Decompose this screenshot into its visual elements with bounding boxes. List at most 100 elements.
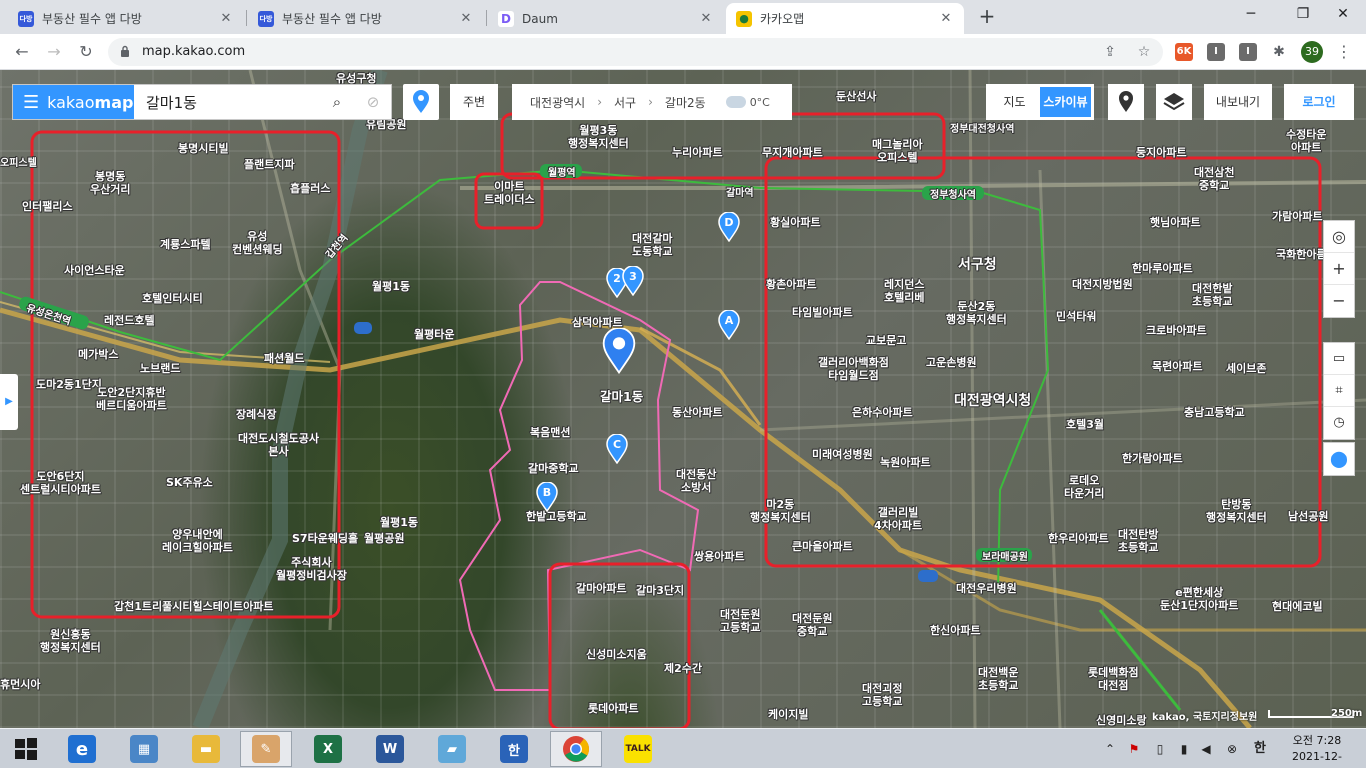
ime-indicator[interactable]: 한 xyxy=(1252,741,1268,757)
close-icon[interactable]: ✕ xyxy=(218,11,234,27)
map-label: 큰마을아파트 xyxy=(792,540,853,553)
zoom-in-button[interactable]: + xyxy=(1324,253,1354,285)
taskbar-app-control-panel[interactable]: ▦ xyxy=(118,731,170,767)
puzzle-icon[interactable]: ✱ xyxy=(1270,43,1288,61)
map-label: 쌍용아파트 xyxy=(694,550,745,563)
svg-text:2: 2 xyxy=(613,272,621,285)
map-tools: ▭ ⌗ ◷ xyxy=(1323,342,1355,440)
bookmark-star-icon[interactable]: ☆ xyxy=(1134,42,1154,62)
minimize-button[interactable]: ─ xyxy=(1228,0,1274,30)
map-label: S7타운웨딩홀 xyxy=(292,532,359,545)
svg-text:D: D xyxy=(724,216,733,229)
close-icon[interactable]: ✕ xyxy=(698,11,714,27)
hamburger-menu-icon[interactable]: ☰ xyxy=(23,92,39,113)
tray-device-icon[interactable]: ▯ xyxy=(1152,741,1168,757)
satellite-map[interactable]: 유성구청 유림공원 월평3동 행정복지센터 누리아파트 무지개아파트 매그놀리아 오… xyxy=(0,70,1366,728)
word-icon: W xyxy=(376,735,404,763)
forward-arrow-icon[interactable]: → xyxy=(40,38,68,66)
map-label: 서구청 xyxy=(958,257,997,273)
start-button[interactable] xyxy=(0,731,52,767)
tab-separator xyxy=(246,10,247,26)
reload-icon[interactable]: ↻ xyxy=(72,38,100,66)
current-location-icon[interactable]: ◎ xyxy=(1324,221,1354,253)
browser-tab[interactable]: 다방 부동산 필수 앱 다방 ✕ xyxy=(8,3,244,34)
close-icon[interactable]: ✕ xyxy=(458,11,474,27)
map-label: 크로바아파트 xyxy=(1146,324,1207,337)
map-label: SK주유소 xyxy=(166,476,213,489)
extension-icon[interactable]: 6K xyxy=(1175,43,1193,61)
browser-tab-active[interactable]: ● 카카오맵 ✕ xyxy=(726,3,964,34)
taskbar-app-kakaotalk[interactable]: TALK xyxy=(612,731,664,767)
area-measure-icon[interactable]: ⌗ xyxy=(1324,375,1354,407)
login-button[interactable]: 로그인 xyxy=(1284,84,1354,120)
breadcrumb-dong[interactable]: 갈마2동 xyxy=(665,94,706,111)
breadcrumb-district[interactable]: 서구 xyxy=(614,94,636,111)
close-icon[interactable]: ✕ xyxy=(938,11,954,27)
map-label: 황실아파트 xyxy=(770,216,821,229)
share-icon[interactable]: ⇪ xyxy=(1100,42,1120,62)
map-type-map-button[interactable]: 지도 xyxy=(989,87,1040,117)
marker-d-icon[interactable]: D xyxy=(718,212,740,242)
extension-icon[interactable]: I xyxy=(1207,43,1225,61)
map-label: 제2수간 xyxy=(664,662,703,675)
map-label: 갤러리아백화점 타임월드점 xyxy=(818,356,889,382)
export-button[interactable]: 내보내기 xyxy=(1204,84,1272,120)
marker-3-icon[interactable]: 3 xyxy=(622,266,644,296)
taskbar-app-explorer[interactable]: ▬ xyxy=(180,731,232,767)
zoom-out-button[interactable]: − xyxy=(1324,285,1354,317)
network-icon[interactable]: ▮ xyxy=(1176,741,1192,757)
tray-close-circle-icon[interactable]: ⊗ xyxy=(1224,741,1240,757)
extension-icon[interactable]: I xyxy=(1239,43,1257,61)
browser-tab[interactable]: D Daum ✕ xyxy=(488,3,724,34)
breadcrumb-city[interactable]: 대전광역시 xyxy=(530,94,585,111)
layers-button[interactable] xyxy=(1156,84,1192,120)
kakaotalk-icon: TALK xyxy=(624,735,652,763)
browser-tab[interactable]: 다방 부동산 필수 앱 다방 ✕ xyxy=(248,3,484,34)
map-label: 대전탄방 초등학교 xyxy=(1118,528,1159,554)
marker-a-icon[interactable]: A xyxy=(718,310,740,340)
selected-location-marker-icon[interactable] xyxy=(602,328,636,374)
svg-text:B: B xyxy=(543,486,551,499)
taskbar-app-hwp[interactable]: 한 xyxy=(488,731,540,767)
taskbar-app-ie[interactable]: e xyxy=(56,731,108,767)
system-clock[interactable]: 오전 7:28 2021-12-24 xyxy=(1286,733,1348,768)
tray-chevron-icon[interactable]: ⌃ xyxy=(1102,741,1118,757)
roadview-pin-icon[interactable]: ⬤ xyxy=(1324,443,1354,475)
ruler-icon[interactable]: ▭ xyxy=(1324,343,1354,375)
taskbar-app-word[interactable]: W xyxy=(364,731,416,767)
taskbar-app-chrome[interactable] xyxy=(550,731,602,767)
cloud-icon xyxy=(725,96,746,108)
new-tab-button[interactable]: + xyxy=(976,6,998,28)
nearby-button[interactable]: 주변 xyxy=(450,84,498,120)
pin-icon xyxy=(413,90,429,113)
taskbar-app-notes[interactable]: ▰ xyxy=(426,731,478,767)
tray-flag-icon[interactable]: ⚑ xyxy=(1126,741,1142,757)
logo-text-bold: map xyxy=(94,92,134,112)
more-menu-icon[interactable]: ⋮ xyxy=(1334,42,1354,62)
taskbar-app-paint[interactable]: ✎ xyxy=(240,731,292,767)
chrome-icon xyxy=(563,736,590,762)
volume-icon[interactable]: ◀ xyxy=(1198,741,1214,757)
map-label: 월평3동 행정복지센터 xyxy=(568,124,629,150)
profile-avatar[interactable]: 39 xyxy=(1301,41,1323,63)
map-label: 도안2단지휴반 베르디움아파트 xyxy=(96,386,167,412)
address-bar[interactable]: map.kakao.com ⇪ ☆ xyxy=(108,38,1163,66)
location-pin-button[interactable] xyxy=(403,84,439,120)
search-input[interactable] xyxy=(134,85,319,119)
map-overlay xyxy=(0,70,1366,728)
location-button[interactable] xyxy=(1108,84,1144,120)
marker-c-icon[interactable]: C xyxy=(606,434,628,464)
check-circle-icon[interactable]: ⊘ xyxy=(355,85,391,119)
zoom-controls: ◎ + − xyxy=(1323,220,1355,318)
map-label: 봉명동 우산거리 xyxy=(90,170,131,196)
map-label: e편한세상 둔산1단지아파트 xyxy=(1160,586,1239,612)
taskbar-app-excel[interactable]: X xyxy=(302,731,354,767)
search-icon[interactable]: ⌕ xyxy=(319,85,355,119)
radius-measure-icon[interactable]: ◷ xyxy=(1324,407,1354,439)
map-type-skyview-button[interactable]: 스카이뷰 xyxy=(1040,87,1091,117)
back-arrow-icon[interactable]: ← xyxy=(8,38,36,66)
kakaomap-logo[interactable]: ☰ kakao map xyxy=(13,85,134,119)
close-window-button[interactable]: ✕ xyxy=(1320,0,1366,30)
marker-b-icon[interactable]: B xyxy=(536,482,558,512)
side-panel-toggle[interactable]: ▶ xyxy=(0,374,18,430)
